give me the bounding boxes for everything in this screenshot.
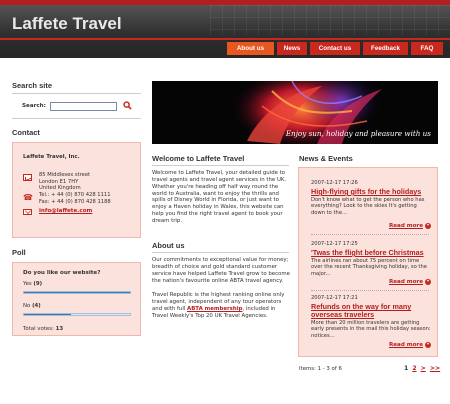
news-heading: News & Events	[299, 154, 353, 163]
news-date: 2007-12-17 17:26	[311, 180, 358, 186]
pagination: 1 2 > >>	[404, 365, 440, 372]
welcome-heading: Welcome to Laffete Travel	[152, 154, 245, 163]
header-red-stripe	[0, 38, 450, 40]
map-icon	[23, 174, 32, 181]
poll-total-value: 13	[55, 326, 64, 332]
news-summary: Don't know what to get the person who ha…	[311, 197, 425, 216]
address-line: London E1 7HY	[39, 178, 79, 185]
poll-option-no: No (4)	[23, 303, 41, 309]
header-pattern	[210, 5, 450, 35]
search-form: Search:	[22, 101, 133, 111]
arrow-down-icon[interactable]	[425, 279, 431, 285]
search-bottom-divider	[12, 118, 141, 119]
poll-total-label: Total votes:	[23, 326, 54, 332]
hero-banner: Enjoy sun, holiday and pleasure with us	[152, 81, 438, 144]
company-name: Laffete Travel, Inc.	[23, 154, 80, 160]
poll-option-label: Yes	[23, 281, 32, 287]
poll-total: Total votes: 13	[23, 326, 63, 332]
poll-panel: Do you like our website? Yes (9) No (4) …	[12, 262, 141, 336]
last-page[interactable]: >>	[430, 365, 440, 372]
about-heading: About us	[152, 241, 185, 250]
poll-option-yes: Yes (9)	[23, 281, 42, 287]
news-separator	[311, 234, 429, 235]
news-item: 2007-12-17 17:21 Refunds on the way for …	[311, 295, 431, 339]
news-summary: More than 20 million travelers are getti…	[311, 320, 431, 339]
site-header: Laffete Travel About us News Contact us …	[0, 0, 450, 58]
arrow-down-icon[interactable]	[425, 223, 431, 229]
news-separator	[311, 290, 429, 291]
abta-link[interactable]: ABTA membership	[187, 306, 242, 312]
fax: Fax: + 44 (0) 870 428 1188	[39, 198, 111, 205]
telephone: Tel.: + 44 (0) 870 428 1111	[39, 192, 111, 198]
news-summary: The airlines ran about 75 percent on tim…	[311, 258, 427, 277]
poll-option-label: No	[23, 303, 31, 309]
search-divider	[12, 93, 141, 94]
welcome-divider	[152, 165, 289, 166]
email-link[interactable]: info@laffete.com	[39, 208, 92, 214]
main-nav: About us News Contact us Feedback FAQ	[227, 42, 443, 55]
news-date: 2007-12-17 17:25	[311, 241, 358, 247]
nav-news[interactable]: News	[277, 42, 307, 55]
mail-icon	[23, 209, 32, 215]
poll-bar-yes	[23, 291, 131, 294]
read-more-link[interactable]: Read more	[389, 223, 423, 229]
page-2[interactable]: 2	[412, 365, 416, 372]
address: 85 Middlesex street London E1 7HY United…	[39, 172, 90, 192]
nav-feedback[interactable]: Feedback	[363, 42, 408, 55]
read-more-link[interactable]: Read more	[389, 279, 423, 285]
news-title[interactable]: 'Twas the flight before Christmas	[311, 249, 431, 257]
nav-about-us[interactable]: About us	[227, 42, 274, 55]
poll-option-count: (9)	[33, 281, 43, 287]
banner-caption: Enjoy sun, holiday and pleasure with us	[285, 129, 431, 138]
next-page[interactable]: >	[421, 365, 426, 372]
phone-numbers: Tel.: + 44 (0) 870 428 1111 Fax: + 44 (0…	[39, 192, 111, 205]
nav-contact-us[interactable]: Contact us	[310, 42, 360, 55]
search-input[interactable]	[50, 101, 117, 111]
page-1[interactable]: 1	[404, 365, 408, 372]
site-title[interactable]: Laffete Travel	[12, 14, 122, 34]
search-icon	[123, 101, 132, 110]
arrow-down-icon[interactable]	[425, 342, 431, 348]
phone-icon: ☎	[23, 193, 33, 202]
welcome-text: Welcome to Laffete Travel, your detailed…	[152, 170, 287, 224]
news-date: 2007-12-17 17:21	[311, 295, 358, 301]
news-title[interactable]: Refunds on the way for many overseas tra…	[311, 303, 431, 319]
about-text-1: Our commitments to exceptional value for…	[152, 257, 290, 284]
contact-panel: Laffete Travel, Inc. 85 Middlesex street…	[12, 142, 141, 238]
poll-heading: Poll	[12, 248, 26, 257]
poll-option-count: (4)	[32, 303, 41, 309]
nav-faq[interactable]: FAQ	[411, 42, 443, 55]
about-divider	[152, 252, 289, 253]
news-item: 2007-12-17 17:25 'Twas the flight before…	[311, 241, 431, 277]
search-heading: Search site	[12, 81, 53, 90]
poll-bar-no	[23, 313, 131, 316]
address-line: United Kingdom	[39, 185, 81, 192]
about-text-2: Travel Republic is the highest ranking o…	[152, 292, 292, 319]
news-title[interactable]: High-flying gifts for the holidays	[311, 188, 431, 196]
poll-question: Do you like our website?	[23, 270, 101, 276]
pager-info: Items: 1 - 3 of 6	[299, 366, 342, 372]
contact-heading: Contact	[12, 128, 40, 137]
poll-bar-yes-fill	[24, 292, 130, 293]
search-label: Search:	[22, 103, 46, 109]
poll-bar-no-fill	[24, 314, 71, 315]
search-button[interactable]	[123, 101, 133, 111]
address-line: 85 Middlesex street	[39, 172, 91, 178]
news-item: 2007-12-17 17:26 High-flying gifts for t…	[311, 180, 431, 216]
news-panel: 2007-12-17 17:26 High-flying gifts for t…	[298, 167, 438, 357]
read-more-link[interactable]: Read more	[389, 342, 423, 348]
